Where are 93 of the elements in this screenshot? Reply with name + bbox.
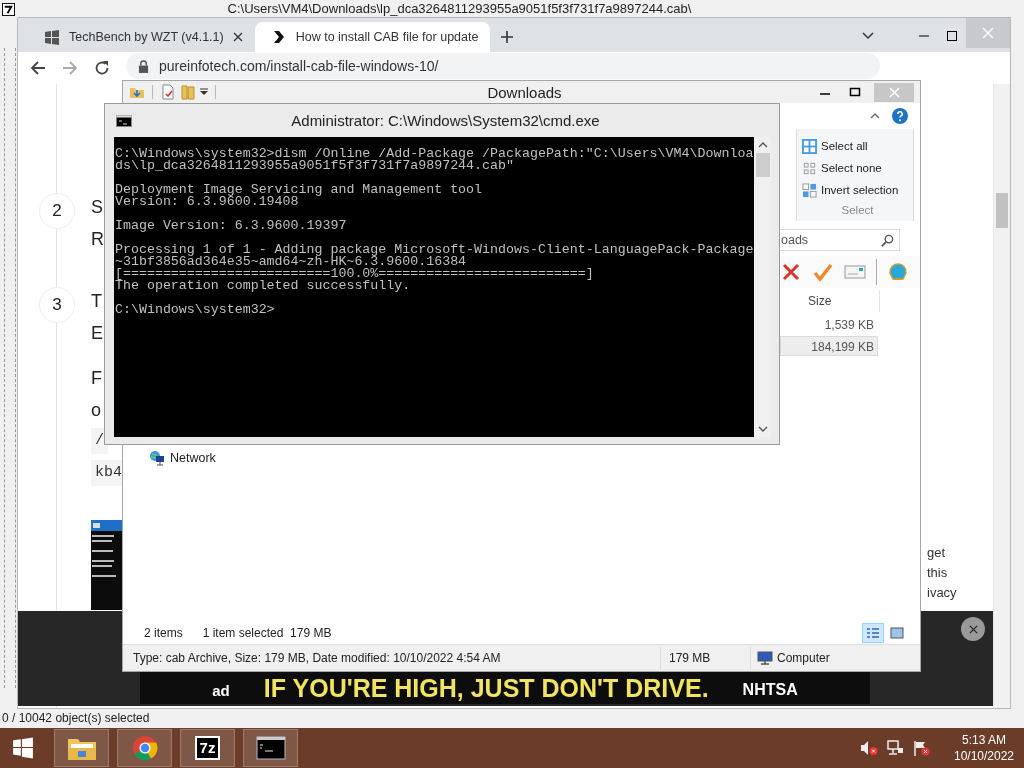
search-icon[interactable] xyxy=(881,234,894,247)
browser-tab[interactable]: TechBench by WZT (v4.1.1) xyxy=(28,22,255,52)
scroll-down-icon[interactable] xyxy=(757,426,768,432)
collapse-icon[interactable] xyxy=(870,113,880,119)
ribbon-command[interactable]: Invert selection xyxy=(802,179,913,201)
step-number: 2 xyxy=(39,193,75,229)
details-text: Type: cab Archive, Size: 179 MB, Date modified: 10/10/2022 4:54 AM xyxy=(123,647,661,669)
window-title: Downloads xyxy=(486,83,563,101)
maximize-icon[interactable] xyxy=(946,30,958,42)
start-button[interactable] xyxy=(12,737,34,759)
column-header[interactable]: Size xyxy=(800,290,880,312)
sidebar-text: ivacy xyxy=(927,584,958,602)
item-count: 2 items xyxy=(144,626,183,640)
app-icon xyxy=(2,2,15,16)
cross-icon[interactable] xyxy=(780,262,802,282)
console-line: C:\Windows\system32>dism /Online /Add-Package /PackagePath:"C:\Users\VM4\Downloa xyxy=(115,148,754,160)
windows-logo-icon xyxy=(44,29,60,45)
back-icon[interactable] xyxy=(30,60,46,76)
console-line: C:\Windows\system32> xyxy=(115,304,276,316)
step-text: S xyxy=(91,196,104,219)
archiver-logo: 7z xyxy=(194,736,221,760)
window-title: C:\Users\VM4\Downloads\lp_dca3264811293955a9051f5f3f731f7a9897244.cab\ xyxy=(226,0,693,18)
caret-icon[interactable] xyxy=(200,88,208,96)
console-icon xyxy=(255,735,286,761)
close-icon[interactable] xyxy=(232,32,243,42)
image-icon xyxy=(890,627,904,639)
nav-item[interactable]: Network xyxy=(123,449,289,467)
network-icon[interactable] xyxy=(886,740,904,756)
scrollbar[interactable] xyxy=(754,137,771,437)
new-tab-button[interactable] xyxy=(500,30,515,44)
taskbar-button[interactable] xyxy=(243,729,298,767)
grid-icon xyxy=(802,182,817,198)
step-text: R xyxy=(91,228,104,251)
sidebar-text: get xyxy=(927,544,947,562)
step-text: T xyxy=(91,290,103,313)
file-row[interactable]: 184,199 KB xyxy=(780,336,878,356)
check-icon[interactable] xyxy=(812,262,834,282)
taskbar-button[interactable]: 7z xyxy=(180,729,235,767)
help-icon[interactable] xyxy=(892,108,908,124)
clock[interactable]: 5:13 AM 10/10/2022 xyxy=(944,732,1024,764)
details-size: 179 MB xyxy=(661,647,751,669)
close-icon xyxy=(888,86,900,98)
reload-icon[interactable] xyxy=(94,60,110,76)
shell-icon[interactable] xyxy=(887,262,909,282)
console-line: ds\lp_dca3264811293955a9051f5f3f731f7a9897244.cab" xyxy=(115,160,514,172)
paragraph-text: o xyxy=(91,399,102,422)
sidebar-text: this xyxy=(927,564,949,582)
browser-tab[interactable]: How to install CAB file for update xyxy=(254,22,491,52)
flag-icon[interactable] xyxy=(912,740,930,756)
step-text: E xyxy=(91,322,103,345)
ribbon-command[interactable]: Select all xyxy=(802,135,913,157)
scrollbar[interactable] xyxy=(993,84,1010,708)
sponsor-logo: NHTSA xyxy=(742,680,798,700)
scroll-up-icon[interactable] xyxy=(757,142,768,148)
file-row[interactable]: 1,539 KB xyxy=(780,314,878,334)
muted-speaker-icon[interactable] xyxy=(860,740,878,756)
ad-logo: ad xyxy=(212,681,230,701)
console-line: Image Version: 6.3.9600.19397 xyxy=(115,220,348,232)
console-line: ~31bf3856ad364e35~amd64~zh-HK~6.3.9600.16384 xyxy=(115,256,467,268)
grid-icon xyxy=(802,160,817,176)
location-text: Computer xyxy=(777,651,830,665)
console-icon xyxy=(116,114,132,127)
maximize-icon[interactable] xyxy=(849,86,861,98)
address-bar[interactable]: pureinfotech.com/install-cab-file-windows-10/ xyxy=(126,53,880,79)
card-icon[interactable] xyxy=(844,262,866,282)
ribbon-command[interactable]: Select none xyxy=(802,157,913,179)
list-icon xyxy=(866,627,880,639)
scrollbar-thumb[interactable] xyxy=(755,153,770,177)
lock-icon xyxy=(138,59,149,73)
console-line: Deployment Image Servicing and Management tool xyxy=(115,184,484,196)
taskbar-button[interactable] xyxy=(54,729,109,767)
step-number: 3 xyxy=(39,287,75,323)
console-line: Version: 6.3.9600.19408 xyxy=(115,196,299,208)
selection-info: 1 item selected 179 MB xyxy=(202,626,332,640)
console-line: Processing 1 of 1 - Adding package Microsoft-Windows-Client-LanguagePack-Package xyxy=(115,244,754,256)
document-icon[interactable] xyxy=(160,84,176,100)
console-line: The operation completed successfully. xyxy=(115,280,411,292)
search-field[interactable]: oads xyxy=(780,229,900,251)
computer-icon xyxy=(757,650,773,666)
close-icon xyxy=(982,27,994,39)
close-icon xyxy=(968,624,978,634)
console-line: [==========================100.0%==========================] xyxy=(115,268,595,280)
scrollbar-thumb[interactable] xyxy=(996,193,1008,228)
close-button[interactable] xyxy=(961,617,985,641)
group-label: Select xyxy=(840,204,875,216)
view-button[interactable] xyxy=(862,623,884,643)
status-text: 0 / 10042 object(s) selected xyxy=(1,710,151,727)
ad-headline: IF YOU'RE HIGH, JUST DON'T DRIVE. xyxy=(263,674,709,702)
dropdown-icon[interactable] xyxy=(862,30,874,42)
window-title: Administrator: C:\Windows\System32\cmd.exe xyxy=(290,112,601,129)
network-icon xyxy=(149,450,165,466)
paragraph-text: F xyxy=(91,367,103,390)
grid-icon xyxy=(802,138,817,154)
